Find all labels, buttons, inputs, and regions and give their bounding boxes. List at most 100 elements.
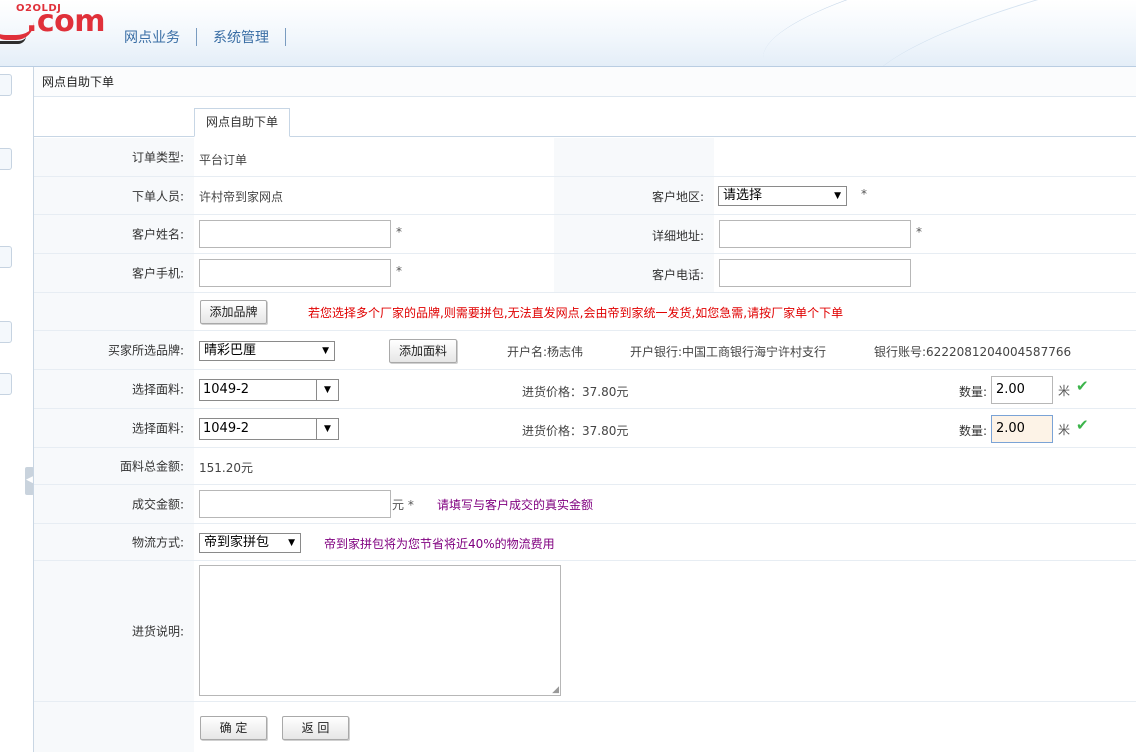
nav-item-system-management[interactable]: 系统管理 <box>197 27 285 47</box>
phone-input[interactable] <box>719 259 911 287</box>
account-name: 开户名:杨志伟 <box>507 345 584 359</box>
required-mark: * <box>861 187 867 201</box>
label-cell <box>34 702 194 752</box>
label-cell: 客户手机: <box>34 254 194 292</box>
form-row-fabric-total: 面料总金额: 151.20元 <box>34 448 1136 485</box>
add-brand-button[interactable]: 添加品牌 <box>200 300 267 324</box>
nav-item-outlet-business[interactable]: 网点业务 <box>108 27 196 47</box>
check-icon: ✔ <box>1076 377 1089 395</box>
form-row-add-brand: 添加品牌 若您选择多个厂家的品牌,则需要拼包,无法直发网点,会由帝到家统一发货,… <box>34 293 1136 331</box>
form-row-mobile: 客户手机: * 客户电话: <box>34 254 1136 293</box>
label-cell: 选择面料: <box>34 409 194 447</box>
label-cell <box>554 138 714 176</box>
back-button[interactable]: 返 回 <box>282 716 349 740</box>
label-cell: 物流方式: <box>34 524 194 560</box>
fabric-combobox[interactable]: 1049-2 ▼ <box>199 379 339 401</box>
quantity-input[interactable]: 2.00 <box>991 376 1053 404</box>
deal-amount-input[interactable] <box>199 490 391 518</box>
main-nav: 网点业务 系统管理 <box>108 27 286 47</box>
collapse-arrow-icon: ◀ <box>26 475 33 485</box>
logo-text: .com <box>26 4 106 39</box>
label-cell: 下单人员: <box>34 177 194 214</box>
note-label: 进货说明: <box>131 624 184 639</box>
label-cell <box>34 293 194 330</box>
address-input[interactable] <box>719 220 911 248</box>
fabric-combobox-value: 1049-2 <box>203 421 250 436</box>
note-textarea[interactable]: ◢ <box>199 565 561 696</box>
bank-name: 开户银行:中国工商银行海宁许村支行 <box>630 345 827 359</box>
form-row-order-type: 订单类型: 平台订单 <box>34 138 1136 177</box>
fabric-combobox[interactable]: 1049-2 ▼ <box>199 418 339 440</box>
bank-account: 银行账号:6222081204004587766 <box>874 345 1072 359</box>
fabric-label: 选择面料: <box>131 421 184 436</box>
region-select-value: 请选择 <box>723 188 763 203</box>
quantity-unit: 米 <box>1058 423 1071 437</box>
fabric-combobox-value: 1049-2 <box>203 382 250 397</box>
brand-notice: 若您选择多个厂家的品牌,则需要拼包,无法直发网点,会由帝到家统一发货,如您急需,… <box>308 306 844 320</box>
required-mark: * <box>396 225 402 239</box>
dropdown-arrow-icon: ▼ <box>288 538 295 548</box>
form-row-note: 进货说明: ◢ <box>34 561 1136 702</box>
form-row-fabric: 选择面料: 1049-2 ▼ 进货价格：37.80元 数量: 2.00 米 ✔ <box>34 409 1136 448</box>
quantity-unit: 米 <box>1058 384 1071 398</box>
nav-separator <box>285 28 286 46</box>
quantity-label: 数量: <box>959 385 988 399</box>
quantity-label: 数量: <box>959 424 988 438</box>
fabric-label: 选择面料: <box>131 382 184 397</box>
deal-amount-label: 成交金额: <box>131 497 184 512</box>
orderer-label: 下单人员: <box>131 189 184 203</box>
shipping-hint: 帝到家拼包将为您节省将近40%的物流费用 <box>324 537 555 551</box>
form-row-actions: 确 定 返 回 <box>34 702 1136 752</box>
mobile-input[interactable] <box>199 259 391 287</box>
form-row-shipping: 物流方式: 帝到家拼包 ▼ 帝到家拼包将为您节省将近40%的物流费用 <box>34 524 1136 561</box>
add-fabric-button[interactable]: 添加面料 <box>389 339 457 363</box>
form-row-deal-amount: 成交金额: 元 * 请填写与客户成交的真实金额 <box>34 485 1136 524</box>
main-panel: 网点自助下单 网点自助下单 订单类型: 平台订单 下单人员: 许村帝到家网点 客… <box>33 67 1136 752</box>
form-row-customer-name: 客户姓名: * 详细地址: * <box>34 215 1136 254</box>
sidebar-tab[interactable] <box>0 246 12 268</box>
dropdown-arrow-icon: ▼ <box>322 346 329 356</box>
region-label: 客户地区: <box>651 190 704 204</box>
order-type-value: 平台订单 <box>199 153 248 167</box>
label-cell: 详细地址: <box>554 215 714 253</box>
form-row-fabric: 选择面料: 1049-2 ▼ 进货价格：37.80元 数量: 2.00 米 ✔ <box>34 370 1136 409</box>
label-cell: 客户姓名: <box>34 215 194 253</box>
customer-name-label: 客户姓名: <box>131 227 184 242</box>
check-icon: ✔ <box>1076 416 1089 434</box>
orderer-value: 许村帝到家网点 <box>199 190 284 204</box>
shipping-select[interactable]: 帝到家拼包 ▼ <box>199 533 301 553</box>
shipping-select-value: 帝到家拼包 <box>204 535 270 550</box>
fabric-price: 进货价格：37.80元 <box>522 385 629 399</box>
label-cell: 客户地区: <box>554 177 714 214</box>
dropdown-arrow-icon[interactable]: ▼ <box>316 419 338 439</box>
mobile-label: 客户手机: <box>131 266 184 281</box>
top-header: O2OLDJ .com 网点业务 系统管理 <box>0 0 1136 67</box>
fabric-price: 进货价格：37.80元 <box>522 424 629 438</box>
label-cell: 进货说明: <box>34 561 194 701</box>
address-label: 详细地址: <box>651 229 704 243</box>
sidebar-tab[interactable] <box>0 148 12 170</box>
sidebar-tab[interactable] <box>0 321 12 343</box>
order-type-label: 订单类型: <box>131 150 184 165</box>
fabric-total-label: 面料总金额: <box>119 459 184 474</box>
required-mark: * <box>916 225 922 239</box>
deal-amount-hint: 请填写与客户成交的真实金额 <box>437 498 594 512</box>
label-cell: 买家所选品牌: <box>34 331 194 369</box>
quantity-input[interactable]: 2.00 <box>991 415 1053 443</box>
shipping-label: 物流方式: <box>131 535 184 550</box>
brand-label: 买家所选品牌: <box>107 343 184 358</box>
sidebar-tab[interactable] <box>0 373 12 395</box>
form-row-orderer: 下单人员: 许村帝到家网点 客户地区: 请选择 ▼ * <box>34 177 1136 215</box>
brand-select-value: 晴彩巴厘 <box>204 343 257 358</box>
dropdown-arrow-icon[interactable]: ▼ <box>316 380 338 400</box>
brand-select[interactable]: 晴彩巴厘 ▼ <box>199 341 335 361</box>
customer-name-input[interactable] <box>199 220 391 248</box>
label-cell: 订单类型: <box>34 138 194 176</box>
sidebar-tab[interactable] <box>0 74 12 96</box>
confirm-button[interactable]: 确 定 <box>200 716 267 740</box>
region-select[interactable]: 请选择 ▼ <box>718 186 847 206</box>
label-cell: 面料总金额: <box>34 448 194 484</box>
resize-grip-icon[interactable]: ◢ <box>552 685 559 695</box>
label-cell: 成交金额: <box>34 485 194 523</box>
tab-self-order[interactable]: 网点自助下单 <box>194 108 291 137</box>
